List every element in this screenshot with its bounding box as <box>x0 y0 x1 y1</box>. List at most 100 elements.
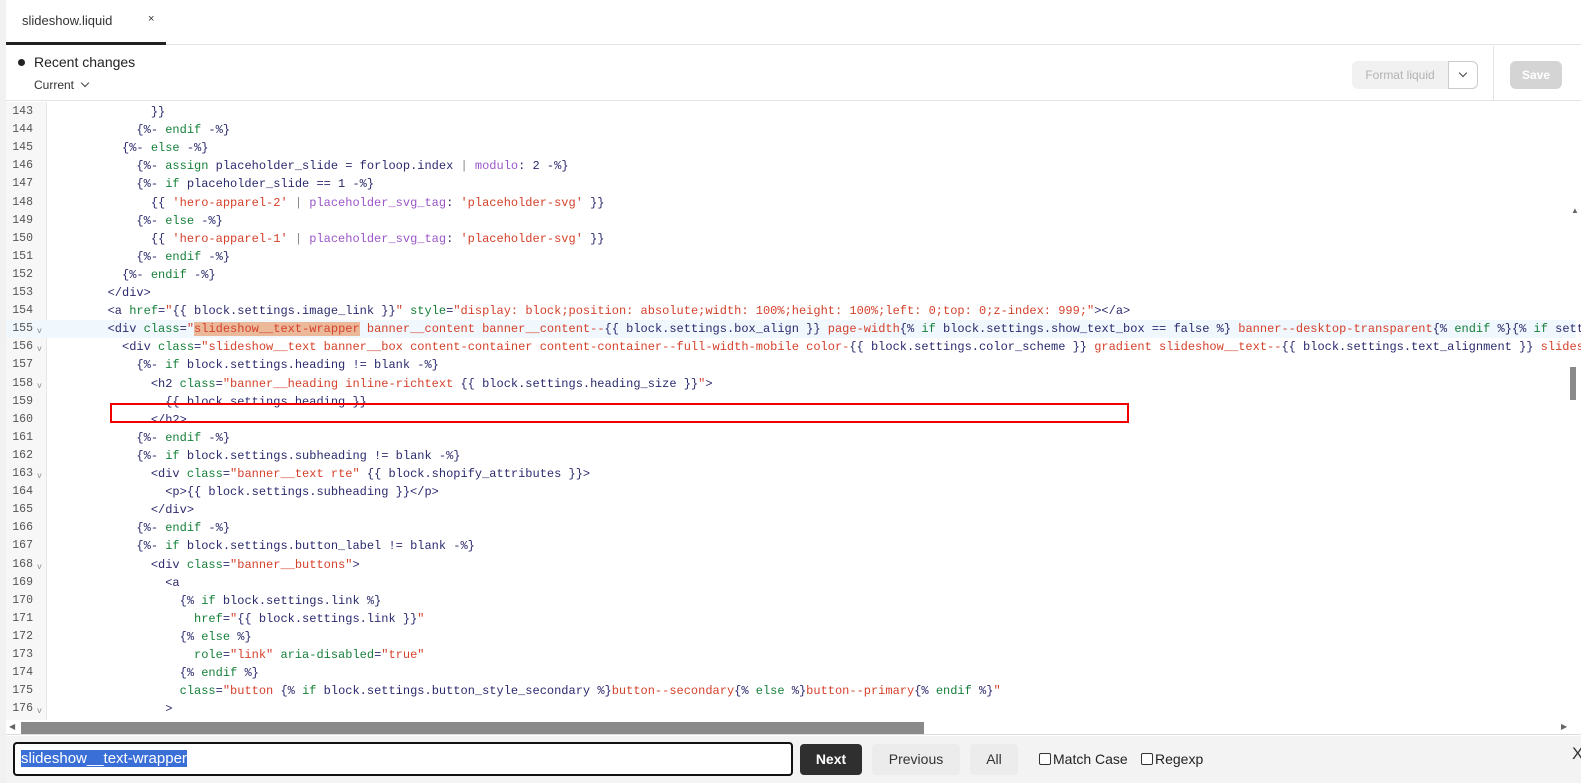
code-token: aria-disabled <box>273 648 375 662</box>
code-line[interactable]: 147 {%- if placeholder_slide == 1 -%} <box>6 175 1576 193</box>
code-token: " <box>395 304 403 319</box>
code-line[interactable]: 148 {{ 'hero-apparel-2' | placeholder_sv… <box>6 194 1576 212</box>
code-text: </div> <box>50 284 151 302</box>
code-token: = <box>222 648 231 662</box>
code-token: class <box>50 684 216 699</box>
code-line[interactable]: 155 v <div class="slideshow__text-wrapper… <box>6 320 1581 339</box>
find-next-button[interactable]: Next <box>800 744 862 775</box>
code-token: = <box>215 376 223 391</box>
code-token: button--secondary <box>611 684 735 699</box>
code-line[interactable]: 163 v <div class="banner__text rte" {{ bl… <box>6 465 1576 483</box>
code-token: if <box>165 539 180 554</box>
scroll-left-arrow-icon[interactable]: ◀ <box>9 722 15 731</box>
line-number: 155 <box>12 322 33 336</box>
line-number: 161 <box>12 430 33 444</box>
code-line[interactable]: 165 </div> <box>6 501 1576 519</box>
fold-chevron-icon[interactable]: v <box>37 703 42 720</box>
code-line[interactable]: 152 {%- endif -%} <box>6 266 1576 284</box>
code-line[interactable]: 154 <a href="{{ block.settings.image_lin… <box>6 302 1576 320</box>
horizontal-scrollbar-thumb[interactable] <box>21 722 924 734</box>
code-text: role="link" aria-disabled="true" <box>50 646 424 664</box>
code-token: else <box>150 141 180 156</box>
code-line[interactable]: 170 {% if block.settings.link %} <box>6 592 1576 610</box>
code-token: {{ block.settings.heading_size }} <box>460 376 699 391</box>
code-line[interactable]: 145 {%- else -%} <box>6 139 1576 157</box>
code-line[interactable]: 144 {%- endif -%} <box>6 121 1576 139</box>
code-token: class <box>186 557 223 572</box>
code-line[interactable]: 153 </div> <box>6 284 1576 302</box>
code-token: </div> <box>50 286 151 300</box>
code-token: > <box>50 702 173 717</box>
code-token: {{ <box>50 195 173 210</box>
code-token: endif <box>1454 322 1491 337</box>
line-number: 164 <box>12 485 33 499</box>
code-token: href <box>50 611 223 626</box>
save-button[interactable]: Save <box>1510 61 1562 89</box>
code-line[interactable]: 171 href="{{ block.settings.link }}" <box>6 610 1576 628</box>
code-line[interactable]: 173 role="link" aria-disabled="true" <box>6 646 1576 664</box>
version-select[interactable]: Current <box>34 78 90 92</box>
code-token: 'placeholder-svg' <box>460 195 583 210</box>
regexp-checkbox[interactable]: Regexp <box>1141 751 1203 767</box>
code-token: endif <box>165 521 202 536</box>
code-line[interactable]: 168 v <div class="banner__buttons"> <box>6 556 1576 574</box>
horizontal-scrollbar[interactable]: ◀ ▶ <box>6 720 1581 735</box>
format-liquid-button[interactable]: Format liquid <box>1352 61 1448 89</box>
tab-slideshow-liquid[interactable]: slideshow.liquid × <box>6 0 166 45</box>
code-line[interactable]: 164 <p>{{ block.settings.subheading }}</… <box>6 483 1576 501</box>
checkbox-icon[interactable] <box>1039 753 1051 765</box>
code-line[interactable]: 150 {{ 'hero-apparel-1' | placeholder_sv… <box>6 230 1576 248</box>
code-line[interactable]: 158 v <h2 class="banner__heading inline-r… <box>6 375 1576 393</box>
find-previous-button[interactable]: Previous <box>872 744 960 775</box>
code-line[interactable]: 169 <a <box>6 574 1576 592</box>
code-token: %} <box>784 684 807 699</box>
code-token: else <box>755 684 785 699</box>
format-options-dropdown[interactable] <box>1448 61 1478 89</box>
code-text: </div> <box>50 501 194 519</box>
code-line[interactable]: 156 v <div class="slideshow__text banner_… <box>6 338 1581 356</box>
code-line[interactable]: 175 class="button {% if block.settings.b… <box>6 682 1576 700</box>
code-line[interactable]: 146 {%- assign placeholder_slide = forlo… <box>6 157 1576 175</box>
code-line[interactable]: 149 {%- else -%} <box>6 212 1576 230</box>
close-find-icon[interactable]: X <box>1572 744 1581 764</box>
code-line[interactable]: 143 }} <box>6 103 1576 121</box>
code-text: <h2 class="banner__heading inline-richte… <box>50 375 713 393</box>
scroll-up-arrow-icon[interactable]: ▲ <box>1571 206 1579 215</box>
find-input[interactable]: slideshow__text-wrapper <box>13 742 793 776</box>
code-token: endif <box>165 430 202 445</box>
code-token: if <box>165 448 180 463</box>
line-number: 159 <box>12 394 33 408</box>
code-line[interactable]: 161 {%- endif -%} <box>6 429 1576 447</box>
match-case-checkbox[interactable]: Match Case <box>1039 751 1128 767</box>
code-editor[interactable]: 143 }} 144 {%- endif -%} 145 {%- else -%} 1… <box>6 102 1581 720</box>
code-token: else <box>201 629 231 644</box>
vertical-scrollbar-thumb[interactable] <box>1570 367 1576 400</box>
code-line[interactable]: 172 {% else %} <box>6 628 1576 646</box>
code-token: "display: block;position: absolute;width… <box>453 304 1095 319</box>
code-line[interactable]: 176 v > <box>6 700 1576 718</box>
close-tab-icon[interactable]: × <box>148 13 154 25</box>
code-token: block.settings.button_label != blank -%} <box>179 539 475 554</box>
checkbox-icon[interactable] <box>1141 753 1153 765</box>
code-line[interactable]: 167 {%- if block.settings.button_label !… <box>6 537 1576 555</box>
code-token: {% <box>1432 322 1455 337</box>
line-number: 163 <box>12 467 33 480</box>
code-line[interactable]: 151 {%- endif -%} <box>6 248 1576 266</box>
code-token: | <box>460 159 468 174</box>
code-line[interactable]: 166 {%- endif -%} <box>6 519 1576 537</box>
code-token: ></a> <box>1094 304 1131 319</box>
code-line[interactable]: 157 {%- if block.settings.heading != bla… <box>6 356 1576 374</box>
find-all-button[interactable]: All <box>970 744 1018 775</box>
code-line[interactable]: 162 {%- if block.settings.subheading != … <box>6 447 1576 465</box>
line-number: 156 <box>12 340 33 354</box>
code-line[interactable]: 174 {% endif %} <box>6 664 1576 682</box>
code-token: role <box>50 648 223 662</box>
scroll-right-arrow-icon[interactable]: ▶ <box>1561 722 1567 731</box>
code-text: }} <box>50 103 165 121</box>
code-token: | <box>287 231 303 246</box>
code-token: %}{% <box>1490 322 1534 337</box>
find-query: slideshow__text-wrapper <box>21 750 187 767</box>
code-token: {{ block.settings.box_align }} <box>604 322 821 337</box>
code-text: <div class="slideshow__text banner__box … <box>50 338 1581 356</box>
code-token: "banner__buttons" <box>230 557 353 572</box>
